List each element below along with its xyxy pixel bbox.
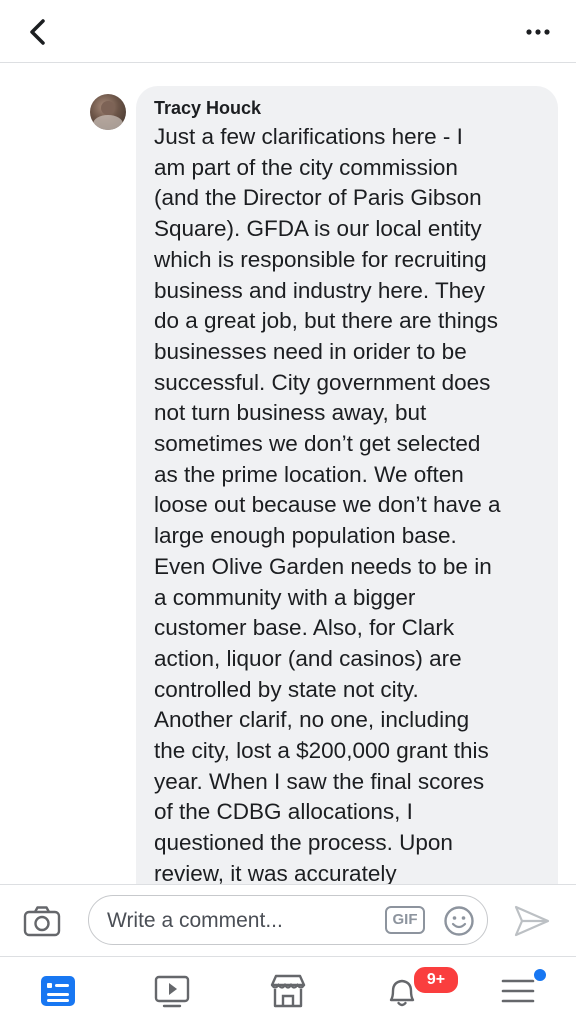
comment-line: do a great job, but there are things [154, 308, 498, 334]
comment-input-placeholder: Write a comment... [107, 909, 283, 932]
video-play-icon [154, 975, 190, 1008]
more-horizontal-icon [526, 29, 550, 35]
top-bar [0, 0, 576, 63]
comment-line: customer base. Also, for Clark [154, 615, 455, 641]
comment-line: not turn business away, but [154, 400, 427, 426]
comment-line: sometimes we don’t get selected [154, 431, 481, 457]
comment-line: businesses need in orider to be [154, 338, 467, 364]
chevron-left-icon [30, 19, 45, 45]
tab-marketplace[interactable] [268, 971, 308, 1011]
camera-button[interactable] [22, 903, 62, 939]
tab-news-feed[interactable] [38, 971, 78, 1011]
comment-line: action, liquor (and casinos) are [154, 645, 462, 671]
comment-line: am part of the city commission [154, 154, 458, 180]
bottom-tab-bar: 9+ [0, 956, 576, 1025]
smiley-icon [444, 906, 474, 936]
comment-line: successful. City government does [154, 369, 491, 395]
comment-line: a community with a bigger [154, 584, 416, 610]
comment-line: as the prime location. We often [154, 461, 464, 487]
comment-text: Just a few clarifications here - I am pa… [154, 122, 549, 884]
comment-line: questioned the process. Upon [154, 830, 453, 856]
notification-badge: 9+ [412, 965, 460, 995]
comment-bubble: Tracy Houck Just a few clarifications he… [136, 86, 558, 884]
comment-line: of the CDBG allocations, I [154, 799, 413, 825]
send-icon [514, 905, 550, 937]
more-options-button[interactable] [518, 12, 558, 52]
comment-line: Another clarif, no one, including [154, 707, 470, 733]
comment-composer: Write a comment... GIF [0, 884, 576, 957]
comment-line: controlled by state not city. [154, 676, 419, 702]
comment-line: Square). GFDA is our local entity [154, 216, 482, 242]
comment-line: which is responsible for recruiting [154, 246, 487, 272]
comment-line: year. When I saw the final scores [154, 768, 485, 794]
back-button[interactable] [18, 12, 58, 52]
comment-line: Even Olive Garden needs to be in [154, 553, 492, 579]
comment-input[interactable]: Write a comment... GIF [88, 895, 488, 945]
comment-author[interactable]: Tracy Houck [154, 98, 261, 119]
comment-line: (and the Director of Paris Gibson [154, 185, 482, 211]
comment-line: Just a few clarifications here - I [154, 124, 463, 149]
send-button[interactable] [512, 903, 552, 939]
avatar[interactable] [90, 94, 126, 130]
comment-line: review, it was accurately [154, 860, 397, 884]
gif-button[interactable]: GIF [385, 906, 425, 934]
news-feed-icon [41, 976, 75, 1006]
comment-thread: Tracy Houck Just a few clarifications he… [0, 62, 576, 884]
marketplace-icon [270, 974, 306, 1008]
comment-line: business and industry here. They [154, 277, 486, 303]
emoji-button[interactable] [443, 905, 475, 937]
menu-indicator-dot [532, 967, 548, 983]
comment-line: large enough population base. [154, 523, 457, 549]
camera-icon [23, 906, 61, 937]
tab-watch[interactable] [152, 971, 192, 1011]
comment-line: the city, lost a $200,000 grant this [154, 738, 489, 764]
comment-line: loose out because we don’t have a [154, 492, 501, 518]
